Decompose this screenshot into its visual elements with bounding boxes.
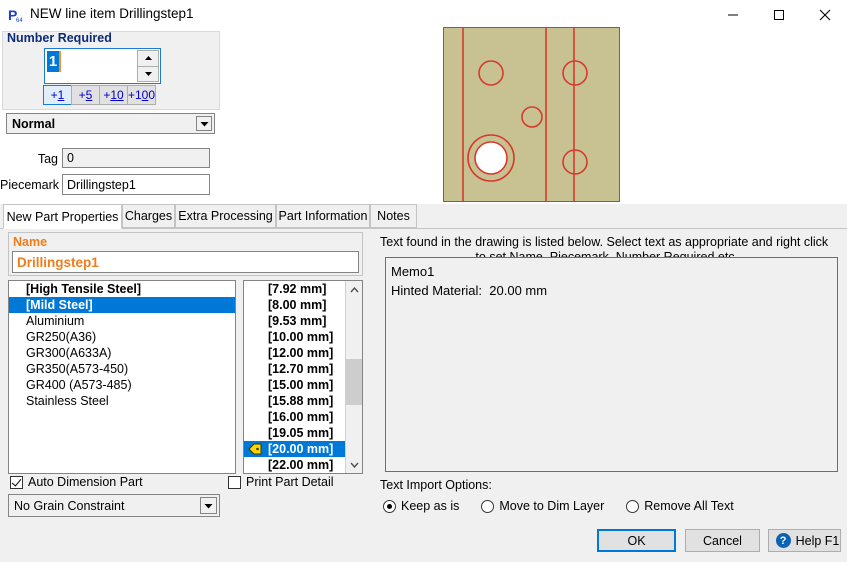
print-part-detail-checkbox[interactable]: Print Part Detail xyxy=(228,475,334,489)
help-label: Help F1 xyxy=(795,533,840,548)
cancel-button[interactable]: Cancel xyxy=(685,529,760,552)
radio-keep-as-is[interactable]: Keep as is xyxy=(383,499,459,513)
list-item[interactable]: Aluminium xyxy=(9,313,235,329)
number-required-value[interactable]: 1 xyxy=(47,51,61,72)
memo-line: Hinted Material: 20.00 mm xyxy=(391,283,548,298)
text-found-header-line1: Text found in the drawing is listed belo… xyxy=(380,235,829,249)
name-input[interactable]: Drillingstep1 xyxy=(12,251,359,273)
auto-dimension-part-checkbox[interactable]: Auto Dimension Part xyxy=(10,475,143,489)
list-item[interactable]: GR350(A573-450) xyxy=(9,361,235,377)
piecemark-field[interactable]: Drillingstep1 xyxy=(62,174,210,195)
title-bar: P 64 NEW line item Drillingstep1 xyxy=(0,0,847,30)
list-item[interactable]: [Mild Steel] xyxy=(9,297,235,313)
name-value: Drillingstep1 xyxy=(17,254,99,270)
checkbox-icon xyxy=(10,475,23,489)
spinner-down-icon[interactable] xyxy=(137,65,159,82)
checkbox-icon xyxy=(228,475,241,489)
thickness-list-scrollbar[interactable] xyxy=(345,281,362,473)
tag-icon xyxy=(248,443,262,455)
ok-label: OK xyxy=(627,533,646,548)
tab-notes[interactable]: Notes xyxy=(370,204,417,228)
list-item-label: [20.00 mm] xyxy=(268,442,334,456)
tag-field[interactable]: 0 xyxy=(62,148,210,168)
text-import-options-label: Text Import Options: xyxy=(380,478,492,492)
ok-button[interactable]: OK xyxy=(597,529,676,552)
dialog-window: P 64 NEW line item Drillingstep1 Number … xyxy=(0,0,847,562)
material-list[interactable]: [High Tensile Steel] [Mild Steel] Alumin… xyxy=(8,280,236,474)
spinner-up-icon[interactable] xyxy=(137,50,159,66)
increment-buttons: +1 +5 +10 +100 xyxy=(43,85,156,105)
tab-part-information[interactable]: Part Information xyxy=(276,204,370,228)
tag-label: Tag xyxy=(37,152,58,166)
list-item[interactable]: GR300(A633A) xyxy=(9,345,235,361)
name-group: Name Drillingstep1 xyxy=(8,232,363,276)
tab-charges[interactable]: Charges xyxy=(122,204,175,228)
list-item[interactable]: GR250(A36) xyxy=(9,329,235,345)
radio-label: Move to Dim Layer xyxy=(499,499,605,513)
tab-label: Charges xyxy=(124,209,173,223)
tag-value: 0 xyxy=(67,151,74,165)
radio-icon xyxy=(481,499,495,513)
tab-label: Extra Processing xyxy=(178,209,273,223)
thickness-list[interactable]: [7.92 mm] [8.00 mm] [9.53 mm] [10.00 mm]… xyxy=(243,280,363,474)
radio-remove-all-text[interactable]: Remove All Text xyxy=(626,499,734,513)
maximize-icon[interactable] xyxy=(756,0,802,30)
radio-label: Remove All Text xyxy=(644,499,734,513)
scroll-down-icon[interactable] xyxy=(346,456,362,473)
piecemark-value: Drillingstep1 xyxy=(67,177,136,192)
tab-label: New Part Properties xyxy=(6,209,119,224)
radio-move-to-dim-layer[interactable]: Move to Dim Layer xyxy=(481,499,604,513)
increment-plus-100-button[interactable]: +100 xyxy=(127,85,156,105)
tab-label: Part Information xyxy=(278,209,368,223)
chevron-down-icon[interactable] xyxy=(200,497,217,514)
grain-constraint-value: No Grain Constraint xyxy=(14,498,125,513)
number-required-title: Number Required xyxy=(7,31,112,45)
list-item[interactable]: Stainless Steel xyxy=(9,393,235,409)
increment-plus-10-button[interactable]: +10 xyxy=(99,85,128,105)
tab-page-new-part-properties: Name Drillingstep1 [High Tensile Steel] … xyxy=(0,228,847,522)
number-required-spinner[interactable]: 1 xyxy=(44,48,161,84)
part-preview xyxy=(443,27,620,202)
name-label: Name xyxy=(13,235,48,249)
chevron-down-icon[interactable] xyxy=(196,116,212,131)
minimize-icon[interactable] xyxy=(710,0,756,30)
increment-plus-5-button[interactable]: +5 xyxy=(71,85,100,105)
svg-text:64: 64 xyxy=(16,18,23,23)
tab-label: Notes xyxy=(377,209,410,223)
radio-icon xyxy=(383,499,396,513)
help-icon: ? xyxy=(775,533,791,548)
help-button[interactable]: ? Help F1 xyxy=(768,529,841,552)
window-title: NEW line item Drillingstep1 xyxy=(30,6,194,21)
spinner-buttons xyxy=(137,50,159,82)
part-type-combo[interactable]: Normal xyxy=(6,113,215,134)
p-app-icon: P 64 xyxy=(8,7,24,24)
close-icon[interactable] xyxy=(802,0,847,30)
auto-dimension-part-label: Auto Dimension Part xyxy=(28,475,143,489)
tab-strip: New Part Properties Charges Extra Proces… xyxy=(0,204,847,229)
radio-icon xyxy=(626,499,640,513)
part-type-value: Normal xyxy=(12,116,56,131)
cancel-label: Cancel xyxy=(703,533,742,548)
found-text-memo[interactable]: Memo1 Hinted Material: 20.00 mm xyxy=(385,257,838,472)
memo-line: Memo1 xyxy=(391,264,435,279)
grain-constraint-combo[interactable]: No Grain Constraint xyxy=(8,494,220,517)
list-item[interactable]: [High Tensile Steel] xyxy=(9,281,235,297)
scroll-up-icon[interactable] xyxy=(346,281,362,298)
radio-label: Keep as is xyxy=(401,499,460,513)
list-item[interactable]: GR400 (A573-485) xyxy=(9,377,235,393)
tab-extra-processing[interactable]: Extra Processing xyxy=(175,204,276,228)
print-part-detail-label: Print Part Detail xyxy=(246,475,334,489)
tab-new-part-properties[interactable]: New Part Properties xyxy=(3,204,122,229)
scrollbar-thumb[interactable] xyxy=(346,359,362,405)
text-import-options-group: Keep as is Move to Dim Layer Remove All … xyxy=(383,499,756,513)
increment-plus-1-button[interactable]: +1 xyxy=(43,85,72,105)
piecemark-label: Piecemark xyxy=(0,178,60,192)
